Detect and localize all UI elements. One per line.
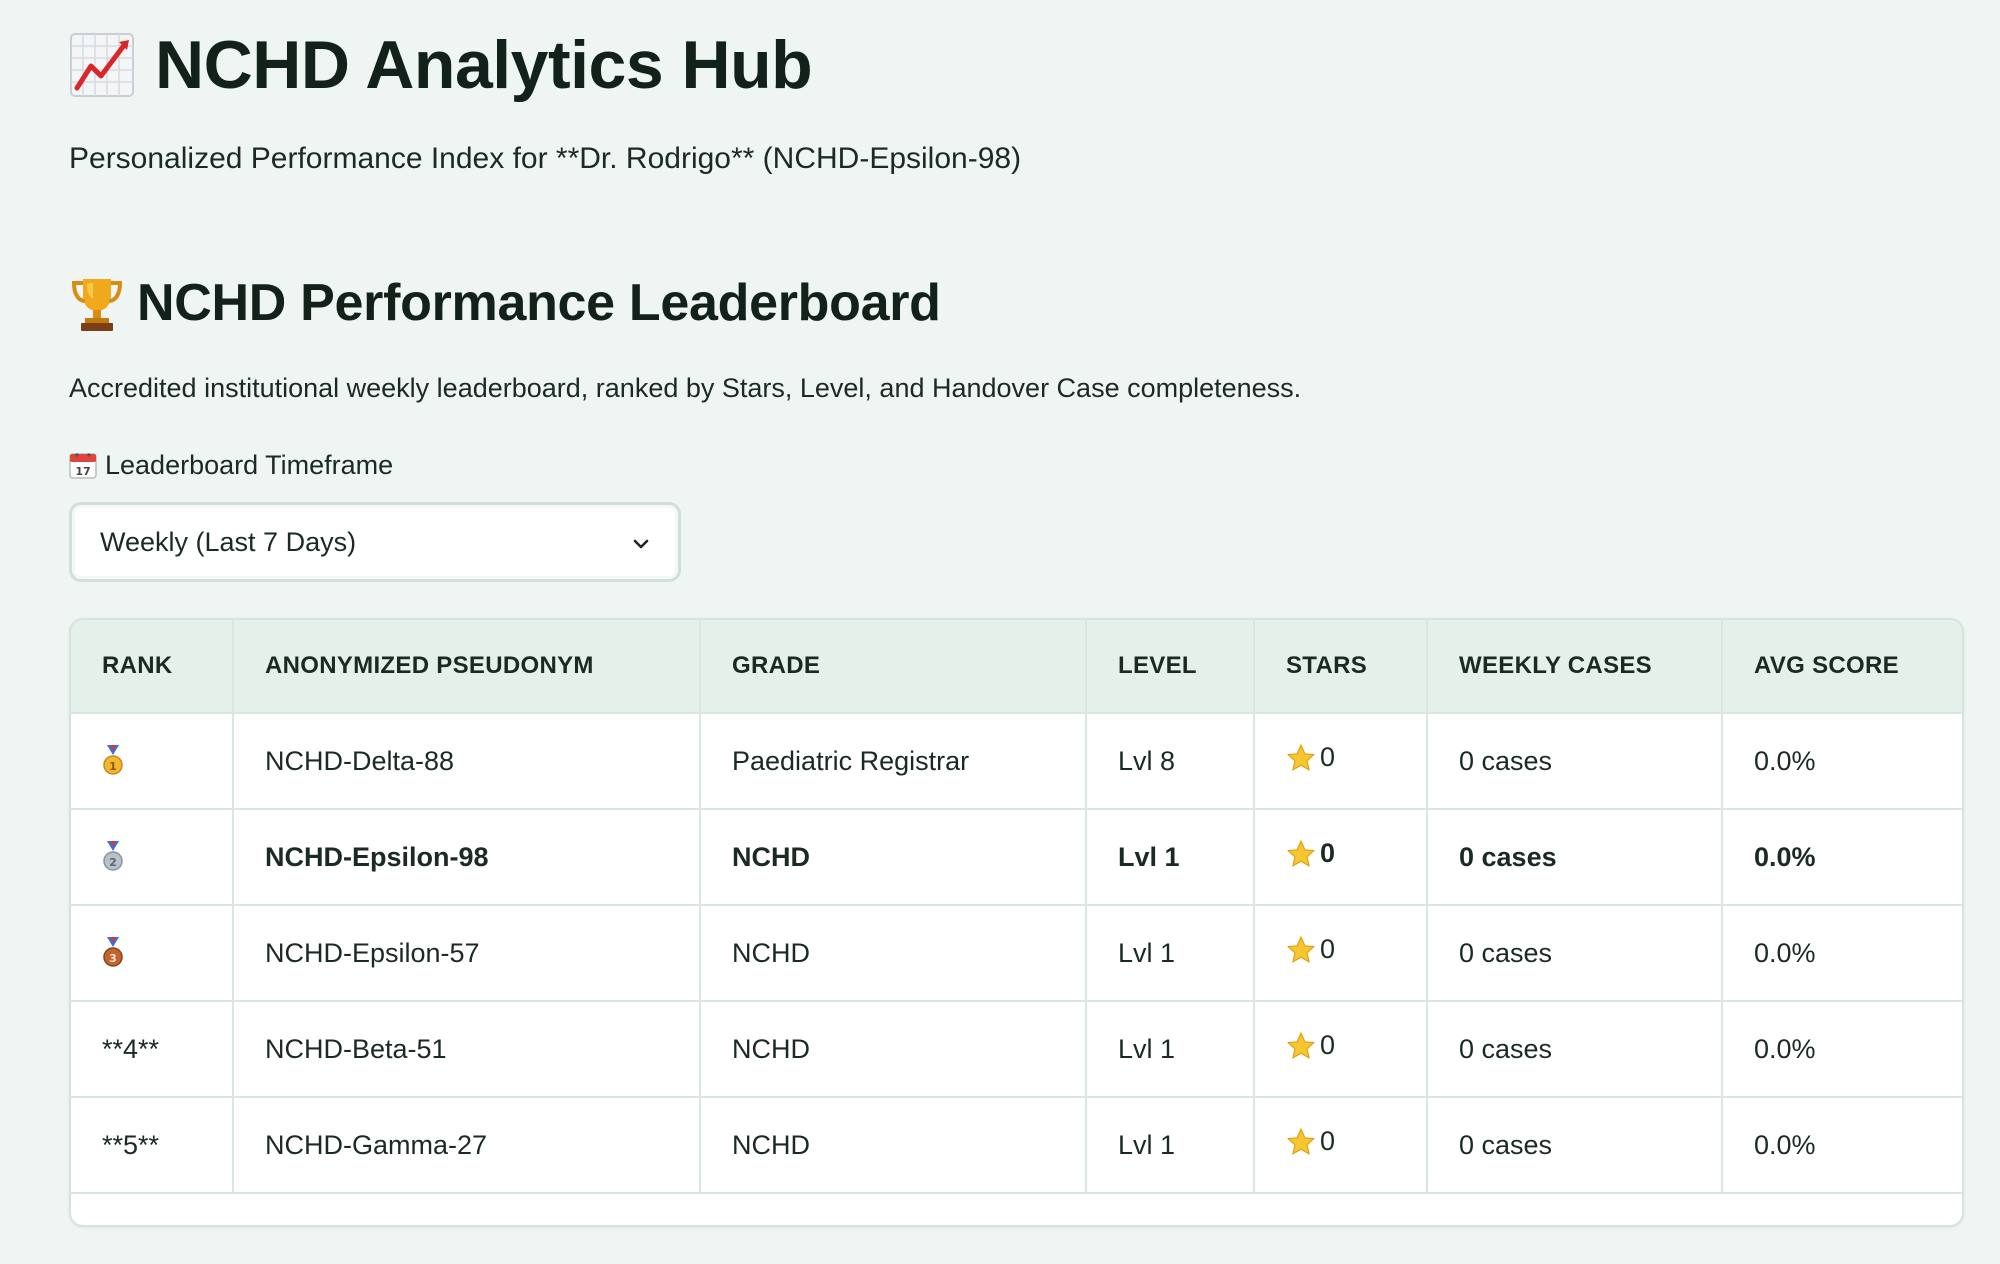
rank-cell: 1 xyxy=(71,713,234,810)
stars-cell: 0 xyxy=(1254,1097,1428,1194)
leaderboard-title: NCHD Performance Leaderboard xyxy=(137,274,941,332)
svg-text:3: 3 xyxy=(109,952,117,965)
calendar-icon: 17 xyxy=(69,451,97,479)
svg-text:2: 2 xyxy=(109,856,117,869)
page-subtitle: Personalized Performance Index for **Dr.… xyxy=(69,142,1022,175)
column-header-weekly-cases[interactable]: WEEKLY CASES xyxy=(1427,620,1723,714)
level-cell: Lvl 1 xyxy=(1086,1001,1255,1098)
stars-cell: 0 xyxy=(1254,809,1428,906)
avg-score-cell: 0.0% xyxy=(1722,905,1962,1002)
stars-value: 0 xyxy=(1320,838,1336,869)
pseudonym-cell: NCHD-Beta-51 xyxy=(233,1001,701,1098)
table-row-current-user: 2 NCHD-Epsilon-98 NCHD Lvl 1 0 0 cases 0… xyxy=(71,809,1962,906)
stars-value: 0 xyxy=(1320,934,1336,965)
level-cell: Lvl 8 xyxy=(1086,713,1255,810)
app-title: NCHD Analytics Hub xyxy=(155,27,813,103)
star-icon xyxy=(1286,743,1316,773)
avg-score-cell: 0.0% xyxy=(1722,1097,1962,1194)
chevron-down-icon[interactable] xyxy=(630,533,652,555)
timeframe-label: 17 Leaderboard Timeframe xyxy=(69,447,393,483)
chart-increasing-icon xyxy=(69,32,135,98)
table-row: 3 NCHD-Epsilon-57 NCHD Lvl 1 0 0 cases 0… xyxy=(71,905,1962,1002)
pseudonym-cell: NCHD-Epsilon-57 xyxy=(233,905,701,1002)
level-cell: Lvl 1 xyxy=(1086,1097,1255,1194)
column-header-pseudonym[interactable]: ANONYMIZED PSEUDONYM xyxy=(233,620,701,714)
level-cell: Lvl 1 xyxy=(1086,905,1255,1002)
timeframe-label-text: Leaderboard Timeframe xyxy=(105,449,394,480)
avg-score-cell: 0.0% xyxy=(1722,1001,1962,1098)
svg-text:17: 17 xyxy=(75,465,90,478)
stars-cell: 0 xyxy=(1254,713,1428,810)
stars-value: 0 xyxy=(1320,742,1336,773)
star-icon xyxy=(1286,935,1316,965)
table-row: 1 NCHD-Delta-88 Paediatric Registrar Lvl… xyxy=(71,713,1962,810)
weekly-cases-cell: 0 cases xyxy=(1427,1001,1723,1098)
trophy-icon xyxy=(69,273,125,333)
table-header-row: RANK ANONYMIZED PSEUDONYM GRADE LEVEL ST… xyxy=(71,620,1962,714)
pseudonym-cell: NCHD-Epsilon-98 xyxy=(233,809,701,906)
star-icon xyxy=(1286,839,1316,869)
weekly-cases-cell: 0 cases xyxy=(1427,1097,1723,1194)
rank-cell: 2 xyxy=(71,809,234,906)
svg-text:1: 1 xyxy=(109,760,117,773)
rank-cell: **4** xyxy=(71,1001,234,1098)
stars-value: 0 xyxy=(1320,1126,1336,1157)
grade-cell: NCHD xyxy=(700,1001,1087,1098)
pseudonym-cell: NCHD-Delta-88 xyxy=(233,713,701,810)
gold-medal-icon: 1 xyxy=(102,745,124,777)
star-icon xyxy=(1286,1031,1316,1061)
grade-cell: NCHD xyxy=(700,1097,1087,1194)
column-header-stars[interactable]: STARS xyxy=(1254,620,1428,714)
column-header-rank[interactable]: RANK xyxy=(71,620,234,714)
avg-score-cell: 0.0% xyxy=(1722,713,1962,810)
weekly-cases-cell: 0 cases xyxy=(1427,809,1723,906)
silver-medal-icon: 2 xyxy=(102,841,124,873)
leaderboard-description: Accredited institutional weekly leaderbo… xyxy=(69,373,1302,403)
column-header-avg-score[interactable]: AVG SCORE xyxy=(1722,620,1962,714)
grade-cell: NCHD xyxy=(700,905,1087,1002)
pseudonym-cell: NCHD-Gamma-27 xyxy=(233,1097,701,1194)
column-header-grade[interactable]: GRADE xyxy=(700,620,1087,714)
stars-value: 0 xyxy=(1320,1030,1336,1061)
app-header: NCHD Analytics Hub xyxy=(69,22,813,108)
avg-score-cell: 0.0% xyxy=(1722,809,1962,906)
timeframe-select[interactable]: Weekly (Last 7 Days) xyxy=(69,502,681,582)
rank-cell: 3 xyxy=(71,905,234,1002)
weekly-cases-cell: 0 cases xyxy=(1427,905,1723,1002)
star-icon xyxy=(1286,1127,1316,1157)
weekly-cases-cell: 0 cases xyxy=(1427,713,1723,810)
rank-cell: **5** xyxy=(71,1097,234,1194)
column-header-level[interactable]: LEVEL xyxy=(1086,620,1255,714)
table-row: **5** NCHD-Gamma-27 NCHD Lvl 1 0 0 cases… xyxy=(71,1097,1962,1194)
stars-cell: 0 xyxy=(1254,905,1428,1002)
timeframe-select-value: Weekly (Last 7 Days) xyxy=(100,527,357,557)
bronze-medal-icon: 3 xyxy=(102,937,124,969)
table-row: **4** NCHD-Beta-51 NCHD Lvl 1 0 0 cases … xyxy=(71,1001,1962,1098)
grade-cell: Paediatric Registrar xyxy=(700,713,1087,810)
stars-cell: 0 xyxy=(1254,1001,1428,1098)
leaderboard-table: RANK ANONYMIZED PSEUDONYM GRADE LEVEL ST… xyxy=(69,618,1964,1227)
grade-cell: NCHD xyxy=(700,809,1087,906)
leaderboard-header: NCHD Performance Leaderboard xyxy=(69,270,941,336)
level-cell: Lvl 1 xyxy=(1086,809,1255,906)
